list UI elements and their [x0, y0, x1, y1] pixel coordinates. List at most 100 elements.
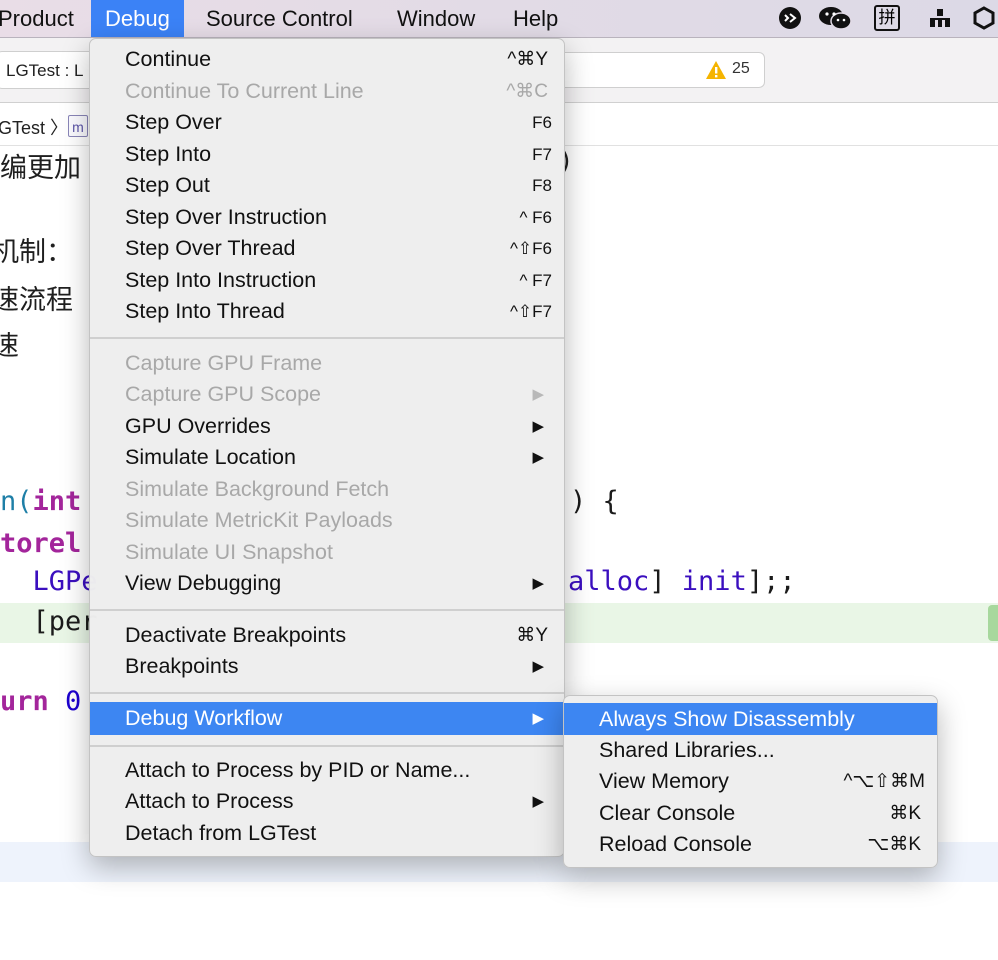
pinyin-input-icon[interactable]: 拼 — [874, 5, 900, 31]
menu-item-label: Continue — [125, 47, 212, 71]
menu-item-shortcut: ^⇧F7 — [509, 302, 552, 321]
menu-item-deactivate-breakpoints[interactable]: Deactivate Breakpoints ⌘Y — [90, 620, 564, 651]
menu-item-label: Shared Libraries... — [599, 738, 775, 762]
menu-item-label: Step Into Instruction — [125, 268, 317, 292]
menu-item-simulate-location[interactable]: Simulate Location ▶ — [90, 442, 564, 473]
menu-item-shortcut: ^ F6 — [519, 208, 552, 227]
menu-item-continue[interactable]: Continue ^⌘Y — [90, 44, 564, 75]
code-line-call: [per — [0, 606, 98, 637]
menu-item-label: Continue To Current Line — [125, 79, 364, 103]
menu-item-label: Clear Console — [599, 801, 736, 825]
code-method: alloc — [568, 566, 650, 597]
code-line-return: urn 0 — [0, 686, 81, 717]
menu-item-simulate-background-fetch[interactable]: Simulate Background Fetch — [90, 474, 564, 505]
menu-debug[interactable]: Debug — [91, 0, 184, 37]
menu-item-attach-to-process[interactable]: Attach to Process ▶ — [90, 786, 564, 817]
menu-item-breakpoints[interactable]: Breakpoints ▶ — [90, 651, 564, 682]
menu-item-simulate-ui-snapshot[interactable]: Simulate UI Snapshot — [90, 537, 564, 568]
menu-item-shortcut: ^⌘C — [506, 81, 548, 102]
menu-item-label: Capture GPU Scope — [125, 382, 321, 406]
code-comment-line: 速流程 — [0, 285, 73, 316]
menu-item-label: Detach from LGTest — [125, 821, 317, 845]
dock-icon[interactable] — [928, 6, 952, 30]
debug-workflow-submenu: Always Show Disassembly Shared Libraries… — [563, 695, 938, 868]
objc-file-icon[interactable]: m — [68, 115, 88, 137]
submenu-arrow-icon: ▶ — [532, 575, 544, 592]
menu-help[interactable]: Help — [513, 0, 558, 37]
hexagon-icon[interactable] — [972, 6, 996, 30]
breakpoint-indicator[interactable] — [988, 605, 998, 641]
menu-item-label: Capture GPU Frame — [125, 351, 323, 375]
menu-item-step-over[interactable]: Step Over F6 — [90, 107, 564, 138]
menu-item-clear-console[interactable]: Clear Console ⌘K — [564, 798, 937, 829]
menu-item-shortcut: ^⌘Y — [507, 49, 548, 70]
menu-item-label: Step Over Thread — [125, 236, 296, 260]
menu-item-label: Simulate UI Snapshot — [125, 540, 333, 564]
menu-item-shortcut: ^⌥⇧⌘M — [843, 771, 925, 792]
menu-item-label: Always Show Disassembly — [599, 707, 855, 731]
code-comment-line: 速 — [0, 331, 19, 362]
submenu-arrow-icon: ▶ — [532, 386, 544, 403]
menu-item-label: Attach to Process by PID or Name... — [125, 758, 471, 782]
menu-item-label: View Memory — [599, 769, 729, 793]
code-keyword: urn — [0, 686, 49, 717]
code-comment-line: 编更加 — [0, 153, 81, 184]
menu-item-gpu-overrides[interactable]: GPU Overrides ▶ — [90, 411, 564, 442]
menu-item-label: View Debugging — [125, 571, 282, 595]
menu-item-label: Step Out — [125, 173, 210, 197]
code-keyword: torel — [0, 528, 82, 559]
menu-separator — [90, 337, 564, 339]
code-line-autorelease: torel — [0, 528, 81, 559]
menu-item-label: Simulate Background Fetch — [125, 477, 390, 501]
menu-item-shortcut: F7 — [532, 145, 552, 164]
menu-item-attach-by-pid[interactable]: Attach to Process by PID or Name... — [90, 755, 564, 786]
menu-item-always-show-disassembly[interactable]: Always Show Disassembly — [564, 703, 937, 735]
menu-item-view-debugging[interactable]: View Debugging ▶ — [90, 568, 564, 599]
cat-icon[interactable] — [778, 6, 802, 30]
menu-product[interactable]: Product — [0, 0, 74, 37]
menu-item-label: Step Into — [125, 142, 212, 166]
menu-item-step-into[interactable]: Step Into F7 — [90, 139, 564, 170]
code-token: ];; — [746, 566, 796, 597]
menu-item-shortcut: F8 — [532, 176, 552, 195]
menu-item-view-memory[interactable]: View Memory ^⌥⇧⌘M — [564, 766, 937, 797]
menu-item-shortcut: ⌥⌘K — [867, 834, 921, 855]
menu-item-step-into-instruction[interactable]: Step Into Instruction ^ F7 — [90, 265, 564, 296]
menu-item-debug-workflow[interactable]: Debug Workflow ▶ — [90, 702, 564, 735]
menu-item-label: Simulate Location — [125, 445, 296, 469]
menu-item-shared-libraries[interactable]: Shared Libraries... — [564, 735, 937, 766]
menu-item-step-into-thread[interactable]: Step Into Thread ^⇧F7 — [90, 296, 564, 327]
menu-item-step-over-thread[interactable]: Step Over Thread ^⇧F6 — [90, 233, 564, 264]
menu-item-capture-gpu-scope[interactable]: Capture GPU Scope ▶ — [90, 379, 564, 410]
code-line-main: n(int — [0, 486, 81, 517]
menu-separator — [90, 692, 564, 694]
wechat-icon[interactable] — [818, 6, 852, 30]
menu-item-simulate-metrickit-payloads[interactable]: Simulate MetricKit Payloads — [90, 505, 564, 536]
breadcrumb-project[interactable]: GTest 〉 — [0, 114, 68, 140]
code-number: 0 — [65, 686, 82, 717]
menu-item-step-out[interactable]: Step Out F8 — [90, 170, 564, 201]
menu-item-label: Step Over Instruction — [125, 205, 327, 229]
code-line-person: LGPe — [0, 566, 98, 597]
menu-item-label: Step Over — [125, 110, 222, 134]
menu-item-continue-to-current-line[interactable]: Continue To Current Line ^⌘C — [90, 76, 564, 107]
menu-item-reload-console[interactable]: Reload Console ⌥⌘K — [564, 829, 937, 860]
warning-icon[interactable] — [705, 60, 727, 80]
menu-separator — [90, 745, 564, 747]
menu-item-shortcut: ^⇧F6 — [509, 239, 552, 258]
menu-item-shortcut: ⌘K — [889, 803, 921, 824]
submenu-arrow-icon: ▶ — [532, 793, 544, 810]
menu-item-label: Debug Workflow — [125, 706, 283, 730]
menu-source-control[interactable]: Source Control — [206, 0, 353, 37]
warning-count: 25 — [732, 60, 750, 77]
menu-item-step-over-instruction[interactable]: Step Over Instruction ^ F6 — [90, 202, 564, 233]
menu-item-shortcut: F6 — [532, 113, 552, 132]
submenu-arrow-icon: ▶ — [532, 449, 544, 466]
menu-separator — [90, 609, 564, 611]
menu-window[interactable]: Window — [397, 0, 475, 37]
menu-item-capture-gpu-frame[interactable]: Capture GPU Frame — [90, 348, 564, 379]
menu-item-label: Step Into Thread — [125, 299, 285, 323]
menu-item-detach[interactable]: Detach from LGTest — [90, 818, 564, 849]
menu-item-label: Attach to Process — [125, 789, 294, 813]
submenu-arrow-icon: ▶ — [532, 658, 544, 675]
